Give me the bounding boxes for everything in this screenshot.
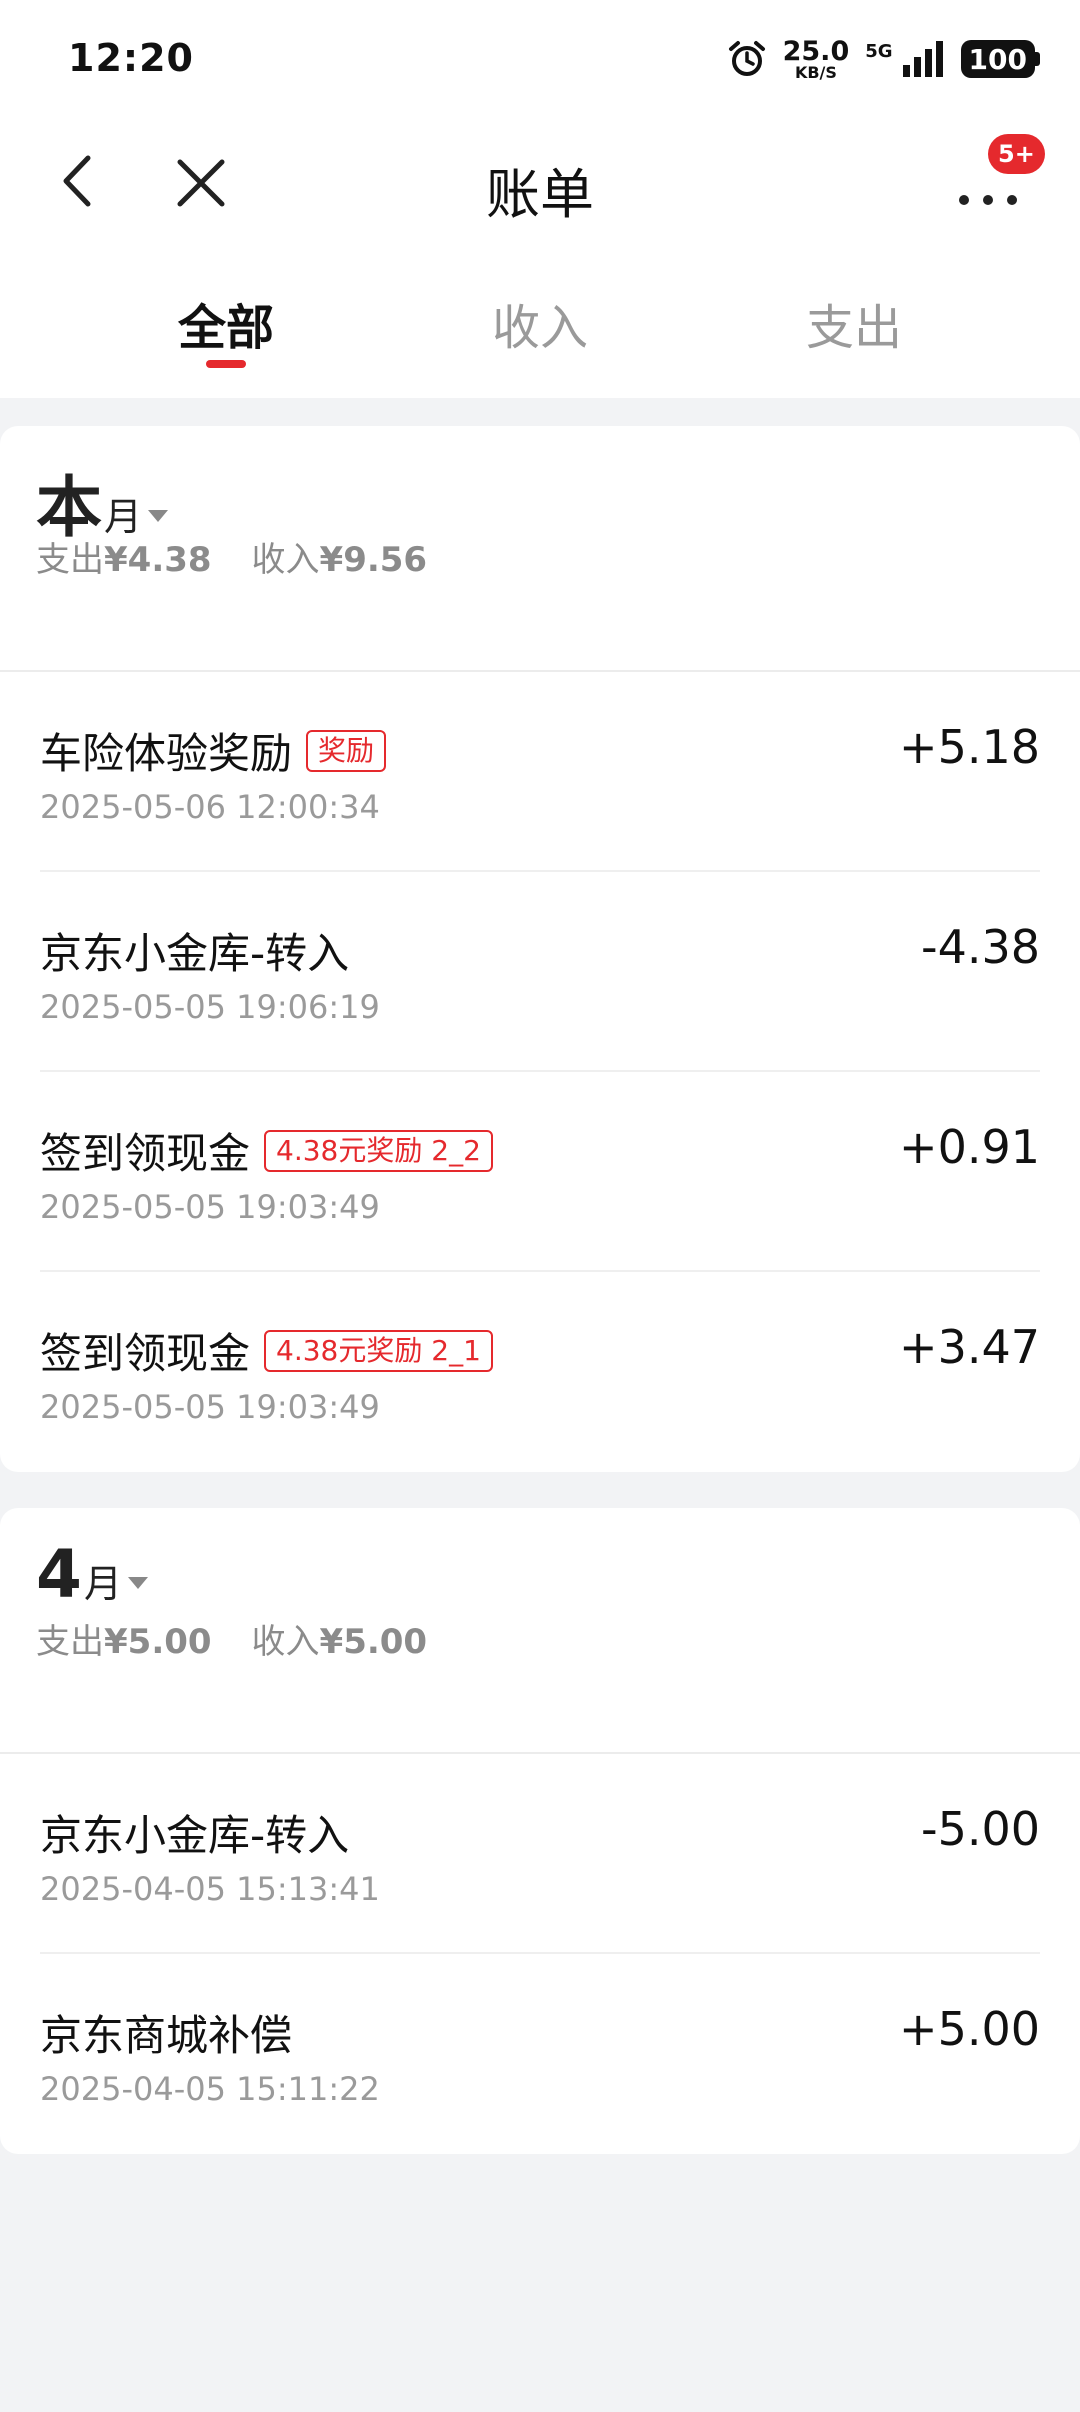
- transaction-tag: 4.38元奖励 2_1: [264, 1329, 493, 1372]
- status-time: 12:20: [68, 36, 194, 80]
- expense-summary: 支出¥5.00: [36, 1622, 212, 1662]
- transaction-date: 2025-05-06 12:00:34: [40, 788, 380, 826]
- status-bar: 12:20 25.0 KB/S 5G 100: [0, 0, 1080, 120]
- tab-active-indicator: [206, 360, 246, 368]
- tab-all[interactable]: 全部: [126, 288, 326, 358]
- transaction-date: 2025-05-05 19:06:19: [40, 988, 380, 1026]
- transaction-tag: 4.38元奖励 2_2: [264, 1129, 493, 1172]
- month-section: 本 月 支出¥4.38 收入¥9.56 车险体验奖励 奖励 2025-05-06 …: [0, 426, 1080, 1472]
- transaction-date: 2025-04-05 15:11:22: [40, 2070, 380, 2108]
- nav-bar: 账单 5+: [0, 120, 1080, 242]
- notification-badge: 5+: [988, 134, 1045, 174]
- transaction-amount: +0.91: [899, 1120, 1040, 1174]
- alarm-icon: [728, 41, 765, 76]
- month-summary: 支出¥5.00 收入¥5.00: [36, 1614, 427, 1663]
- month-summary: 支出¥4.38 收入¥9.56: [36, 532, 427, 581]
- caret-down-icon: [148, 510, 169, 522]
- expense-summary: 支出¥4.38: [36, 540, 212, 580]
- page-title: 账单: [486, 163, 594, 226]
- network-type: 5G: [865, 41, 893, 62]
- month-header: 本 月 支出¥4.38 收入¥9.56: [0, 426, 1080, 672]
- tab-expense[interactable]: 支出: [754, 288, 954, 358]
- month-selector[interactable]: 4 月: [36, 1536, 148, 1613]
- transaction-amount: +5.18: [899, 720, 1040, 774]
- transaction-amount: -4.38: [920, 920, 1040, 974]
- transaction-amount: +5.00: [899, 2002, 1040, 2056]
- transaction-row[interactable]: 京东小金库-转入 2025-04-05 15:13:41 -5.00: [0, 1754, 1080, 1954]
- tab-income[interactable]: 收入: [440, 288, 640, 358]
- transaction-title: 京东商城补偿: [40, 2011, 293, 2060]
- transaction-date: 2025-04-05 15:13:41: [40, 1870, 380, 1908]
- transaction-row[interactable]: 车险体验奖励 奖励 2025-05-06 12:00:34 +5.18: [0, 672, 1080, 872]
- transaction-tag: 奖励: [306, 729, 387, 772]
- month-header: 4 月 支出¥5.00 收入¥5.00: [0, 1508, 1080, 1754]
- month-section: 4 月 支出¥5.00 收入¥5.00 京东小金库-转入 2025-04-05 …: [0, 1508, 1080, 2154]
- transaction-date: 2025-05-05 19:03:49: [40, 1388, 380, 1426]
- transaction-amount: +3.47: [899, 1320, 1040, 1374]
- transaction-row[interactable]: 京东小金库-转入 2025-05-05 19:06:19 -4.38: [0, 872, 1080, 1072]
- month-label: 4: [36, 1536, 82, 1613]
- transaction-row[interactable]: 签到领现金 4.38元奖励 2_2 2025-05-05 19:03:49 +0.…: [0, 1072, 1080, 1272]
- transaction-title: 京东小金库-转入: [40, 1811, 350, 1860]
- transaction-title: 签到领现金: [40, 1329, 251, 1378]
- month-suffix: 月: [83, 1562, 122, 1606]
- income-summary: 收入¥5.00: [251, 1622, 428, 1662]
- network-speed: 25.0 KB/S: [782, 35, 850, 82]
- transaction-date: 2025-05-05 19:03:49: [40, 1188, 380, 1226]
- transaction-title: 车险体验奖励: [40, 729, 293, 778]
- transaction-row[interactable]: 京东商城补偿 2025-04-05 15:11:22 +5.00: [0, 1954, 1080, 2154]
- transaction-amount: -5.00: [920, 1802, 1040, 1856]
- transaction-title: 签到领现金: [40, 1129, 251, 1178]
- tab-bar: 全部 收入 支出: [0, 242, 1080, 398]
- status-icons: 25.0 KB/S 5G 100: [727, 34, 1040, 84]
- battery-icon: 100: [960, 40, 1040, 78]
- transaction-row[interactable]: 签到领现金 4.38元奖励 2_1 2025-05-05 19:03:49 +3.…: [0, 1272, 1080, 1472]
- signal-icon: [902, 41, 943, 77]
- income-summary: 收入¥9.56: [251, 540, 428, 580]
- caret-down-icon: [127, 1577, 148, 1589]
- transaction-title: 京东小金库-转入: [40, 929, 350, 978]
